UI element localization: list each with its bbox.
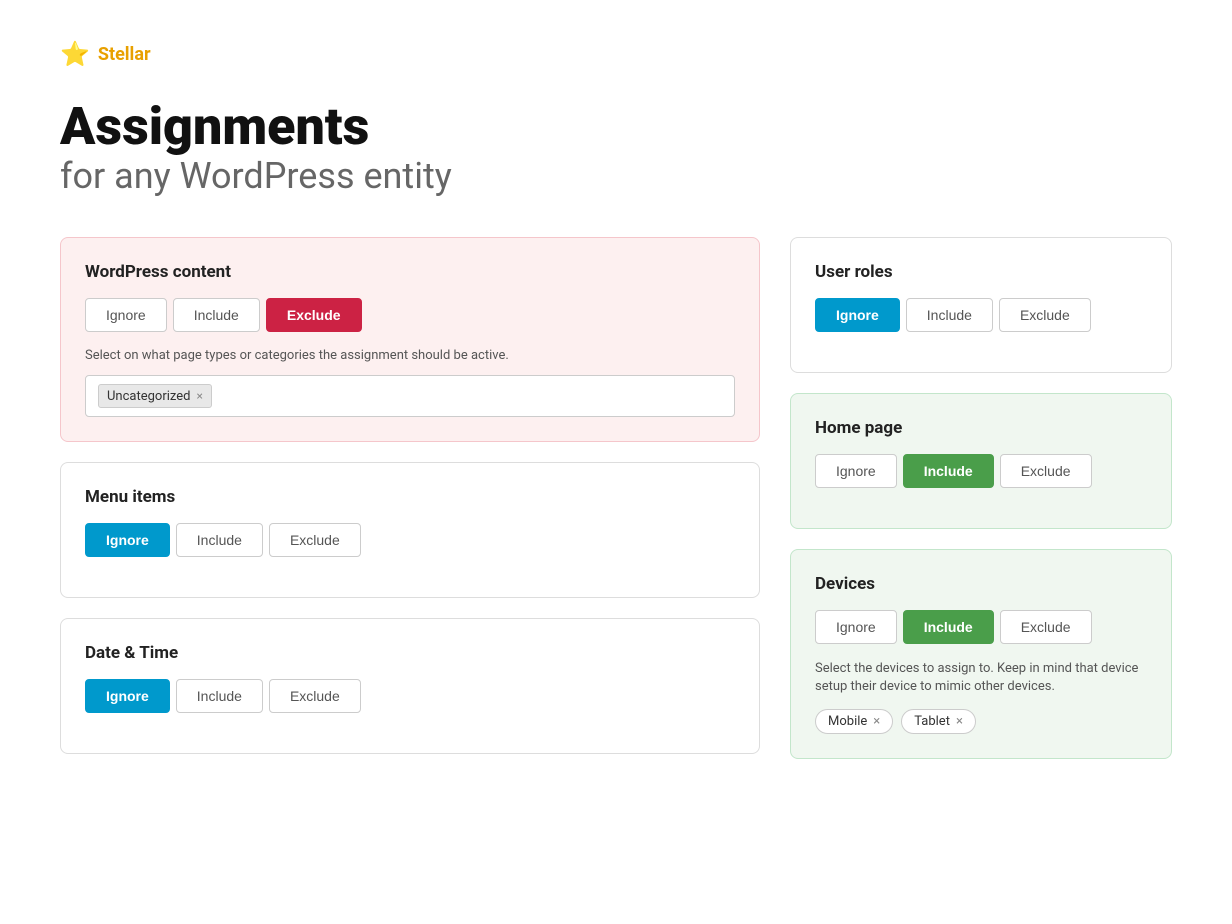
wordpress-content-title: WordPress content	[85, 262, 735, 282]
menu-items-exclude-btn[interactable]: Exclude	[269, 523, 361, 557]
date-time-btn-group: Ignore Include Exclude	[85, 679, 735, 713]
brand-name: Stellar	[98, 44, 151, 65]
home-page-title: Home page	[815, 418, 1147, 438]
device-tag-tablet-remove[interactable]: ×	[956, 714, 963, 729]
devices-card: Devices Ignore Include Exclude Select th…	[790, 549, 1172, 758]
wordpress-content-card: WordPress content Ignore Include Exclude…	[60, 237, 760, 442]
menu-items-btn-group: Ignore Include Exclude	[85, 523, 735, 557]
device-tags-container: Mobile × Tablet ×	[815, 709, 1147, 734]
home-page-include-btn[interactable]: Include	[903, 454, 994, 488]
device-tag-mobile: Mobile ×	[815, 709, 893, 734]
left-column: WordPress content Ignore Include Exclude…	[60, 237, 760, 758]
wordpress-content-ignore-btn[interactable]: Ignore	[85, 298, 167, 332]
brand: ⭐ Stellar	[60, 40, 1172, 68]
device-tag-mobile-remove[interactable]: ×	[873, 714, 880, 729]
devices-btn-group: Ignore Include Exclude	[815, 610, 1147, 644]
wordpress-content-btn-group: Ignore Include Exclude	[85, 298, 735, 332]
date-time-title: Date & Time	[85, 643, 735, 663]
date-time-include-btn[interactable]: Include	[176, 679, 263, 713]
devices-title: Devices	[815, 574, 1147, 594]
date-time-card: Date & Time Ignore Include Exclude	[60, 618, 760, 754]
user-roles-exclude-btn[interactable]: Exclude	[999, 298, 1091, 332]
home-page-exclude-btn[interactable]: Exclude	[1000, 454, 1092, 488]
menu-items-include-btn[interactable]: Include	[176, 523, 263, 557]
devices-exclude-btn[interactable]: Exclude	[1000, 610, 1092, 644]
wordpress-content-tag-input[interactable]: Uncategorized ×	[85, 375, 735, 417]
devices-description: Select the devices to assign to. Keep in…	[815, 660, 1147, 696]
device-tag-mobile-label: Mobile	[828, 714, 867, 729]
brand-star-icon: ⭐	[60, 40, 90, 68]
wordpress-content-include-btn[interactable]: Include	[173, 298, 260, 332]
devices-include-btn[interactable]: Include	[903, 610, 994, 644]
device-tag-tablet: Tablet ×	[901, 709, 976, 734]
user-roles-ignore-btn[interactable]: Ignore	[815, 298, 900, 332]
date-time-exclude-btn[interactable]: Exclude	[269, 679, 361, 713]
home-page-card: Home page Ignore Include Exclude	[790, 393, 1172, 529]
tag-uncategorized: Uncategorized ×	[98, 384, 212, 408]
menu-items-card: Menu items Ignore Include Exclude	[60, 462, 760, 598]
page-subtitle: for any WordPress entity	[60, 155, 1172, 197]
page-title: Assignments	[60, 98, 1172, 155]
user-roles-include-btn[interactable]: Include	[906, 298, 993, 332]
right-column: User roles Ignore Include Exclude Home p…	[790, 237, 1172, 758]
date-time-ignore-btn[interactable]: Ignore	[85, 679, 170, 713]
user-roles-btn-group: Ignore Include Exclude	[815, 298, 1147, 332]
devices-ignore-btn[interactable]: Ignore	[815, 610, 897, 644]
home-page-btn-group: Ignore Include Exclude	[815, 454, 1147, 488]
tag-remove-icon[interactable]: ×	[196, 389, 202, 403]
tag-label: Uncategorized	[107, 389, 190, 404]
user-roles-card: User roles Ignore Include Exclude	[790, 237, 1172, 373]
user-roles-title: User roles	[815, 262, 1147, 282]
device-tag-tablet-label: Tablet	[914, 714, 950, 729]
wordpress-content-description: Select on what page types or categories …	[85, 348, 735, 363]
home-page-ignore-btn[interactable]: Ignore	[815, 454, 897, 488]
menu-items-ignore-btn[interactable]: Ignore	[85, 523, 170, 557]
wordpress-content-exclude-btn[interactable]: Exclude	[266, 298, 362, 332]
menu-items-title: Menu items	[85, 487, 735, 507]
